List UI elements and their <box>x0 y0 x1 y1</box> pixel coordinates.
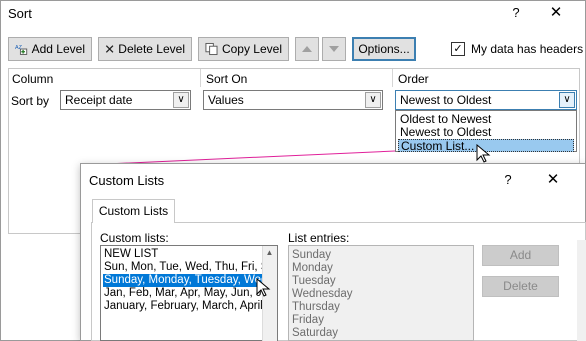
dialog-scrollbar[interactable] <box>577 240 586 341</box>
options-button[interactable]: Options... <box>352 37 416 61</box>
add-button[interactable]: Add <box>482 245 559 266</box>
add-level-button[interactable]: AZ Add Level <box>8 37 92 61</box>
list-entry: Tuesday <box>292 275 336 287</box>
list-entry: Saturday <box>292 327 339 339</box>
column-select-value: Receipt date <box>65 93 133 107</box>
sort-by-label: Sort by <box>11 94 50 108</box>
sort-on-select[interactable]: Values ∨ <box>203 90 383 110</box>
copy-level-button[interactable]: Copy Level <box>198 37 289 61</box>
triangle-up-icon <box>302 46 312 52</box>
sort-on-select-value: Values <box>208 93 244 107</box>
list-entry: Sunday <box>292 249 332 261</box>
help-button[interactable]: ? <box>506 3 526 23</box>
list-entries-textbox[interactable]: Sunday Monday Tuesday Wednesday Thursday… <box>288 245 474 341</box>
custom-lists-label: Custom lists: <box>100 231 169 245</box>
help-button[interactable]: ? <box>498 170 518 190</box>
move-up-button[interactable] <box>295 37 319 61</box>
sort-on-header: Sort On <box>206 72 248 86</box>
order-select[interactable]: Newest to Oldest ∨ <box>395 90 577 110</box>
list-entries-label: List entries: <box>288 231 350 245</box>
list-item[interactable]: January, February, March, April, May, Ju… <box>103 300 277 313</box>
headers-checkbox[interactable]: ✓ <box>451 42 465 56</box>
list-item[interactable]: NEW LIST <box>103 248 158 261</box>
order-select-value: Newest to Oldest <box>400 93 492 107</box>
copy-icon <box>205 42 218 56</box>
column-header: Column <box>12 72 54 86</box>
add-level-icon: AZ <box>15 45 28 55</box>
delete-button[interactable]: Delete <box>482 276 559 297</box>
list-entry: Monday <box>292 262 333 274</box>
column-divider <box>200 69 201 87</box>
close-button[interactable]: ✕ <box>546 3 566 23</box>
chevron-down-icon[interactable]: ∨ <box>559 92 575 108</box>
list-item[interactable]: Jan, Feb, Mar, Apr, May, Jun, Jul, Aug, … <box>103 287 277 300</box>
mouse-cursor-icon <box>256 278 271 297</box>
chevron-down-icon[interactable]: ∨ <box>173 92 189 108</box>
close-button[interactable]: ✕ <box>543 170 563 190</box>
delete-level-button[interactable]: Delete Level <box>98 37 192 61</box>
column-select[interactable]: Receipt date ∨ <box>60 90 191 110</box>
list-item[interactable]: Sun, Mon, Tue, Wed, Thu, Fri, Sat <box>103 261 277 274</box>
sort-dialog-title: Sort <box>8 6 32 21</box>
move-down-button[interactable] <box>322 37 346 61</box>
headers-checkbox-label[interactable]: My data has headers <box>471 42 583 56</box>
triangle-down-icon <box>329 46 339 52</box>
options-label: Options... <box>358 42 410 56</box>
add-level-label: Add Level <box>31 42 85 56</box>
scroll-up-icon[interactable]: ▲ <box>262 246 277 260</box>
list-entry: Wednesday <box>292 288 353 300</box>
tab-custom-lists[interactable]: Custom Lists <box>92 199 175 223</box>
custom-lists-listbox[interactable]: NEW LIST Sun, Mon, Tue, Wed, Thu, Fri, S… <box>100 245 278 341</box>
copy-level-label: Copy Level <box>221 42 282 56</box>
column-divider <box>392 69 393 87</box>
custom-lists-title: Custom Lists <box>89 173 165 188</box>
mouse-cursor-icon <box>476 144 491 163</box>
list-item-selected[interactable]: Sunday, Monday, Tuesday, Wednesday, Thur… <box>103 274 277 287</box>
list-entry: Thursday <box>292 301 340 313</box>
order-option[interactable]: Newest to Oldest <box>398 126 574 139</box>
order-header: Order <box>398 72 429 86</box>
delete-level-label: Delete Level <box>118 42 185 56</box>
delete-x-icon <box>105 45 114 53</box>
list-entry: Friday <box>292 314 324 326</box>
svg-text:AZ: AZ <box>15 45 23 51</box>
chevron-down-icon[interactable]: ∨ <box>365 92 381 108</box>
